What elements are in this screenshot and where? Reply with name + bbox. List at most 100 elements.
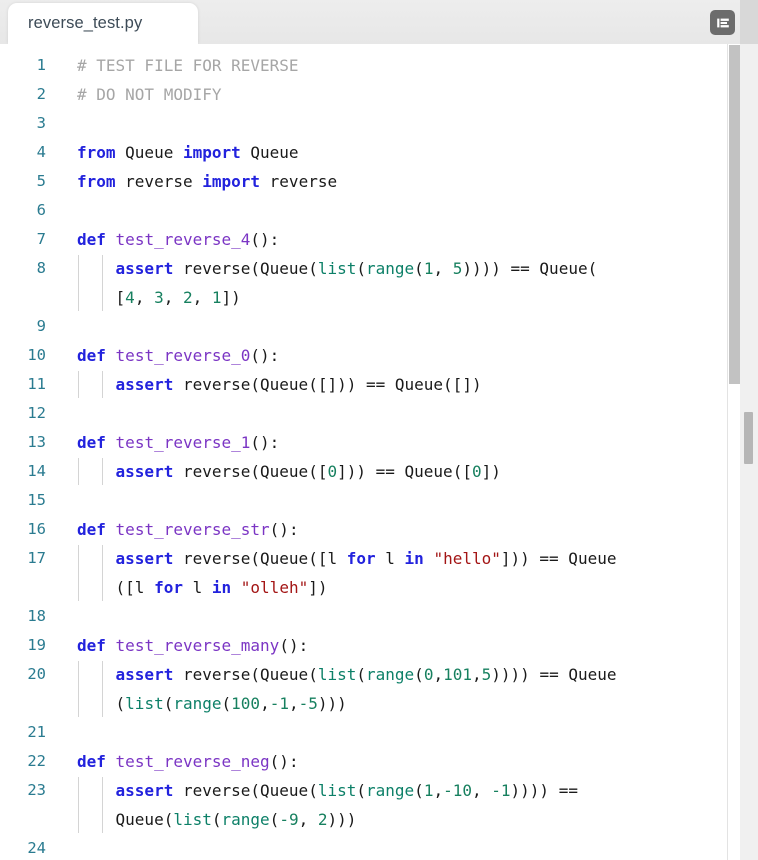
code-line-text[interactable]: # DO NOT MODIFY	[56, 80, 740, 109]
token-kw: in	[211, 578, 232, 597]
code-line-text[interactable]: def test_reverse_4():	[56, 225, 740, 254]
line-number: 6	[36, 201, 46, 219]
page-vertical-scrollbar-track[interactable]	[740, 0, 758, 860]
line-number: 9	[36, 317, 46, 335]
code-line[interactable]: 6	[0, 196, 740, 225]
list-menu-icon[interactable]	[710, 10, 735, 35]
code-line[interactable]: 5 from reverse import reverse	[0, 167, 740, 196]
token-plain: ():	[269, 520, 299, 539]
token-plain: ,	[298, 810, 318, 829]
code-line-text[interactable]: def test_reverse_neg():	[56, 747, 740, 776]
code-line-text[interactable]: from reverse import reverse	[56, 167, 740, 196]
code-line-text[interactable]: assert reverse(Queue([l for l in "hello"…	[56, 544, 740, 602]
token-num: -5	[298, 694, 318, 713]
code-line[interactable]: 16 def test_reverse_str():	[0, 515, 740, 544]
token-plain: ():	[269, 752, 299, 771]
token-plain: l	[375, 549, 405, 568]
code-line[interactable]: 22 def test_reverse_neg():	[0, 747, 740, 776]
token-plain: reverse	[115, 172, 203, 191]
token-builtin: range	[366, 259, 415, 278]
code-line[interactable]: 11 assert reverse(Queue([])) == Queue([]…	[0, 370, 740, 399]
code-line-text[interactable]: def test_reverse_1():	[56, 428, 740, 457]
tab-reverse-test-py[interactable]: reverse_test.py	[8, 3, 198, 44]
line-number: 1	[36, 56, 46, 74]
token-plain: ():	[250, 346, 280, 365]
code-line-text[interactable]: def test_reverse_many():	[56, 631, 740, 660]
code-line[interactable]: 10 def test_reverse_0():	[0, 341, 740, 370]
code-line[interactable]: 14 assert reverse(Queue([0])) == Queue([…	[0, 457, 740, 486]
token-def: def	[77, 433, 106, 452]
line-number: 16	[27, 520, 46, 538]
code-line-text[interactable]	[56, 834, 740, 860]
token-num: 1	[423, 259, 434, 278]
code-line[interactable]: 20 assert reverse(Queue(list(range(0,101…	[0, 660, 740, 718]
token-num: 0	[327, 462, 338, 481]
token-num: -9	[279, 810, 299, 829]
code-line[interactable]: 7 def test_reverse_4():	[0, 225, 740, 254]
line-number: 11	[27, 375, 46, 393]
tab-label: reverse_test.py	[28, 14, 143, 32]
token-str: "hello"	[433, 549, 501, 568]
code-line[interactable]: 3	[0, 109, 740, 138]
page-vertical-scrollbar-thumb[interactable]	[744, 412, 753, 464]
code-line-text[interactable]	[56, 196, 740, 225]
token-num: 2	[182, 288, 193, 307]
token-plain: )))	[327, 810, 357, 829]
code-line-text[interactable]: assert reverse(Queue([])) == Queue([])	[56, 370, 740, 399]
code-line-text[interactable]: assert reverse(Queue([0])) == Queue([0])	[56, 457, 740, 486]
code-line-text[interactable]: assert reverse(Queue(list(range(1,-10, -…	[56, 776, 740, 834]
code-line-text[interactable]	[56, 486, 740, 515]
code-line[interactable]: 21	[0, 718, 740, 747]
code-line-text[interactable]: assert reverse(Queue(list(range(1, 5))))…	[56, 254, 740, 312]
token-num: -10	[443, 781, 472, 800]
token-plain: ,	[472, 781, 492, 800]
token-num: 1	[423, 781, 434, 800]
token-builtin: list	[125, 694, 164, 713]
code-line[interactable]: 15	[0, 486, 740, 515]
token-builtin: range	[221, 810, 270, 829]
token-plain: ,	[260, 694, 270, 713]
code-line-text[interactable]: def test_reverse_str():	[56, 515, 740, 544]
code-line-text[interactable]: def test_reverse_0():	[56, 341, 740, 370]
token-plain: reverse	[260, 172, 338, 191]
code-line-text[interactable]	[56, 312, 740, 341]
editor-pane[interactable]: 1 # TEST FILE FOR REVERSE 2 # DO NOT MODIFY…	[0, 44, 740, 860]
code-line[interactable]: 4 from Queue import Queue	[0, 138, 740, 167]
token-plain: ])) == Queue([	[337, 462, 472, 481]
code-line-text[interactable]	[56, 602, 740, 631]
editor-vertical-scrollbar-track[interactable]	[727, 44, 741, 860]
token-fn: test_reverse_str	[115, 520, 270, 539]
line-number: 22	[27, 752, 46, 770]
code-line[interactable]: 8 assert reverse(Queue(list(range(1, 5))…	[0, 254, 740, 312]
code-line[interactable]: 1 # TEST FILE FOR REVERSE	[0, 51, 740, 80]
code-line[interactable]: 13 def test_reverse_1():	[0, 428, 740, 457]
code-line-text[interactable]: from Queue import Queue	[56, 138, 740, 167]
code-line-text[interactable]	[56, 109, 740, 138]
token-builtin: range	[173, 694, 222, 713]
token-plain: (	[269, 810, 280, 829]
code-line-text[interactable]: # TEST FILE FOR REVERSE	[56, 51, 740, 80]
code-line[interactable]: 23 assert reverse(Queue(list(range(1,-10…	[0, 776, 740, 834]
code-line[interactable]: 17 assert reverse(Queue([l for l in "hel…	[0, 544, 740, 602]
code-line[interactable]: 19 def test_reverse_many():	[0, 631, 740, 660]
token-plain: (	[356, 665, 366, 684]
token-plain: reverse(Queue(	[173, 259, 318, 278]
code-line[interactable]: 2 # DO NOT MODIFY	[0, 80, 740, 109]
code-line[interactable]: 12	[0, 399, 740, 428]
code-line[interactable]: 9	[0, 312, 740, 341]
token-fn: test_reverse_1	[115, 433, 251, 452]
code-content[interactable]: 1 # TEST FILE FOR REVERSE 2 # DO NOT MODIFY…	[0, 44, 740, 860]
token-plain: ():	[279, 636, 309, 655]
code-line[interactable]: 24	[0, 834, 740, 860]
code-line-text[interactable]	[56, 718, 740, 747]
code-line[interactable]: 18	[0, 602, 740, 631]
token-kw: from	[77, 172, 116, 191]
code-line-text[interactable]	[56, 399, 740, 428]
token-num: 5	[452, 259, 463, 278]
token-plain: reverse(Queue(	[173, 781, 318, 800]
code-line-text[interactable]: assert reverse(Queue(list(range(0,101,5)…	[56, 660, 740, 718]
